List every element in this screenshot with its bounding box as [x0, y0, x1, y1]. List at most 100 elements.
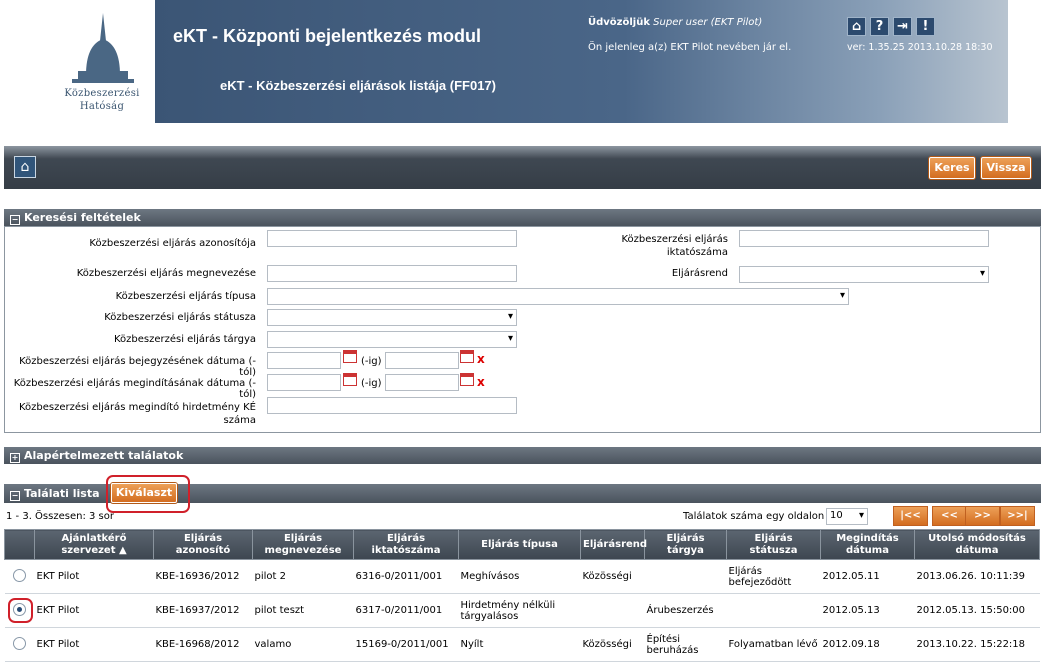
org-cell: EKT Pilot	[34, 593, 154, 628]
procedure-status-select[interactable]	[267, 309, 517, 326]
table-row[interactable]: EKT Pilot KBE-16936/2012 pilot 2 6316-0/…	[4, 559, 1040, 594]
start-date-from-input[interactable]	[267, 374, 341, 391]
page-size-value: 10	[830, 510, 843, 521]
collapse-icon[interactable]: −	[10, 491, 20, 501]
modified-date-cell: 2012.05.13. 15:50:00	[914, 593, 1040, 628]
subject-cell: Építési beruházás	[644, 627, 727, 662]
type-cell: Hirdetmény nélküli tárgyalásos	[458, 593, 581, 628]
start-date-label: Közbeszerzési eljárás megindításának dát…	[13, 378, 256, 400]
start-date-cell: 2012.05.11	[820, 559, 915, 594]
column-header[interactable]: Eljárásrend	[580, 529, 647, 560]
clear-date-icon[interactable]: x	[477, 375, 485, 389]
column-header[interactable]: Megindítás dátuma	[820, 529, 915, 560]
subject-cell	[644, 559, 727, 594]
filing-cell: 6317-0/2011/001	[353, 593, 459, 628]
subject-cell: Árubeszerzés	[644, 593, 727, 628]
results-table: Ajánlatkérő szervezet ▲ Eljárás azonosít…	[4, 529, 1040, 662]
version-text: ver: 1.35.25 2013.10.28 18:30	[847, 42, 993, 53]
calendar-icon[interactable]	[460, 350, 474, 363]
collapse-icon[interactable]: −	[10, 215, 20, 225]
default-results-header[interactable]: + Alapértelmezett találatok	[4, 447, 1041, 464]
registration-date-to-input[interactable]	[385, 352, 459, 369]
column-header[interactable]: Eljárás azonosító	[153, 529, 253, 560]
procedure-type-label: Közbeszerzési eljárás típusa	[115, 291, 256, 302]
start-date-cell: 2012.05.13	[820, 593, 915, 628]
status-cell: Eljárás befejeződött	[726, 559, 821, 594]
procedure-name-label: Közbeszerzési eljárás megnevezése	[76, 268, 256, 279]
modified-date-cell: 2013.10.22. 15:22:18	[914, 627, 1040, 662]
next-page-button[interactable]: >>	[965, 506, 1000, 526]
column-header[interactable]: Utolsó módosítás dátuma	[914, 529, 1040, 560]
first-page-button[interactable]: |<<	[893, 506, 928, 526]
search-criteria-title: Keresési feltételek	[24, 211, 141, 224]
column-header[interactable]: Eljárás megnevezése	[252, 529, 354, 560]
calendar-icon[interactable]	[343, 373, 357, 386]
procedure-id-label: Közbeszerzési eljárás azonosítója	[89, 238, 256, 249]
acting-as-text: Ön jelenleg a(z) EKT Pilot nevében jár e…	[588, 42, 792, 53]
name-cell: valamo	[252, 627, 354, 662]
org-cell: EKT Pilot	[34, 627, 154, 662]
id-cell: KBE-16937/2012	[153, 593, 253, 628]
welcome-user: Super user (EKT Pilot)	[653, 17, 763, 28]
home-icon[interactable]: ⌂	[847, 17, 866, 36]
procedure-id-input[interactable]	[267, 230, 517, 247]
clear-date-icon[interactable]: x	[477, 352, 485, 366]
column-header[interactable]: Eljárás tárgya	[644, 529, 727, 560]
status-cell: Folyamatban lévő	[726, 627, 821, 662]
filing-cell: 15169-0/2011/001	[353, 627, 459, 662]
app-title: eKT - Központi bejelentkezés modul	[173, 26, 482, 46]
table-header-row: Ajánlatkérő szervezet ▲ Eljárás azonosít…	[4, 529, 1040, 560]
id-cell: KBE-16936/2012	[153, 559, 253, 594]
page-size-select[interactable]: 10	[826, 508, 868, 525]
row-radio[interactable]	[13, 568, 26, 582]
filing-number-label: Közbeszerzési eljárás iktatószáma	[621, 234, 728, 258]
start-date-cell: 2012.09.18	[820, 627, 915, 662]
search-criteria-header[interactable]: − Keresési feltételek	[4, 209, 1041, 226]
search-button[interactable]: Keres	[929, 157, 975, 179]
until-label: (-ig)	[361, 378, 382, 389]
table-row[interactable]: EKT Pilot KBE-16968/2012 valamo 15169-0/…	[4, 627, 1040, 662]
registration-date-from-input[interactable]	[267, 352, 341, 369]
registration-date-label: Közbeszerzési eljárás bejegyzésének dátu…	[19, 356, 256, 378]
table-row[interactable]: EKT Pilot KBE-16937/2012 pilot teszt 631…	[4, 593, 1040, 628]
procedure-type-select[interactable]	[267, 288, 849, 305]
id-cell: KBE-16968/2012	[153, 627, 253, 662]
notice-number-label: Közbeszerzési eljárás megindító hirdetmé…	[18, 402, 256, 426]
procedure-order-label: Eljárásrend	[671, 268, 728, 279]
expand-icon[interactable]: +	[10, 453, 20, 463]
default-results-title: Alapértelmezett találatok	[24, 449, 184, 462]
authority-name-line2: Hatóság	[79, 101, 125, 112]
row-radio-selected[interactable]	[13, 602, 26, 616]
calendar-icon[interactable]	[460, 373, 474, 386]
row-radio[interactable]	[13, 636, 26, 650]
logout-icon[interactable]: ⇥	[893, 17, 912, 36]
column-header[interactable]: Eljárás státusza	[726, 529, 821, 560]
last-page-button[interactable]: >>|	[1000, 506, 1035, 526]
type-cell: Meghívásos	[458, 559, 581, 594]
start-date-to-input[interactable]	[385, 374, 459, 391]
order-cell: Közösségi	[580, 627, 645, 662]
type-cell: Nyílt	[458, 627, 581, 662]
select-button[interactable]: Kiválaszt	[111, 483, 177, 503]
order-cell	[580, 593, 645, 628]
procedure-order-select[interactable]	[739, 266, 989, 283]
back-button[interactable]: Vissza	[981, 157, 1031, 179]
prev-page-button[interactable]: <<	[932, 506, 967, 526]
procedure-name-input[interactable]	[267, 265, 517, 282]
alert-icon[interactable]: !	[916, 17, 935, 36]
procedure-subject-select[interactable]	[267, 331, 517, 348]
filing-cell: 6316-0/2011/001	[353, 559, 459, 594]
result-list-title: Találati lista	[24, 487, 100, 500]
home-icon[interactable]: ⌂	[14, 156, 36, 178]
filing-number-input[interactable]	[739, 230, 989, 247]
status-cell	[726, 593, 821, 628]
notice-number-input[interactable]	[267, 397, 517, 414]
org-cell: EKT Pilot	[34, 559, 154, 594]
help-icon[interactable]: ?	[870, 17, 889, 36]
column-header[interactable]: Ajánlatkérő szervezet ▲	[34, 529, 154, 560]
calendar-icon[interactable]	[343, 350, 357, 363]
toolbar: ⌂ Keres Vissza	[4, 146, 1041, 189]
page-size-label: Találatok száma egy oldalon	[683, 511, 825, 522]
column-header[interactable]: Eljárás iktatószáma	[353, 529, 459, 560]
column-header[interactable]: Eljárás típusa	[458, 529, 581, 560]
